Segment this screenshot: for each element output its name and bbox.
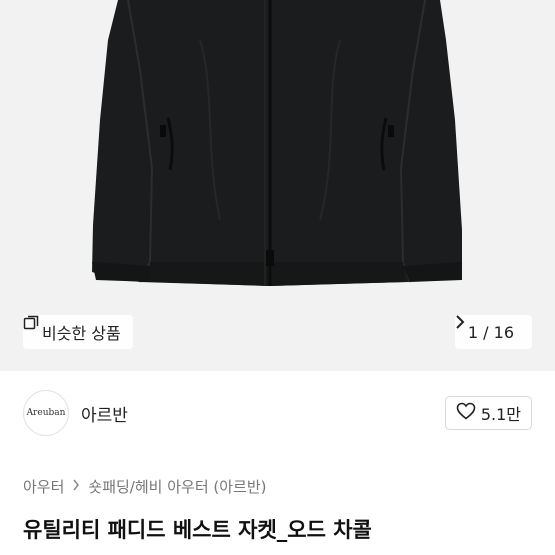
breadcrumb-level1[interactable]: 아우터 — [23, 476, 64, 497]
similar-products-button[interactable]: 비슷한 상품 — [23, 315, 133, 349]
shop-logo-text: Areuban — [26, 408, 66, 418]
similar-products-label: 비슷한 상품 — [42, 324, 121, 343]
like-count: 5.1만 — [480, 405, 521, 424]
like-button[interactable]: 5.1만 — [444, 396, 532, 430]
image-pager: 1 / 16 — [454, 315, 532, 349]
chevron-right-icon — [72, 479, 80, 495]
product-title: 유틸리티 패디드 베스트 자켓_오드 차콜 — [23, 518, 372, 542]
shop-row: Areuban 아르반 5.1만 — [23, 387, 532, 439]
product-image[interactable]: 비슷한 상품 1 / 16 — [0, 0, 555, 371]
heart-outline-icon — [456, 402, 476, 424]
shop-name[interactable]: 아르반 — [81, 401, 128, 426]
shop-logo[interactable]: Areuban — [23, 390, 69, 436]
breadcrumb: 아우터 숏패딩/헤비 아우터 (아르반) — [23, 476, 267, 497]
breadcrumb-level2[interactable]: 숏패딩/헤비 아우터 (아르반) — [88, 476, 266, 497]
pager-text: 1 / 16 — [467, 322, 514, 342]
